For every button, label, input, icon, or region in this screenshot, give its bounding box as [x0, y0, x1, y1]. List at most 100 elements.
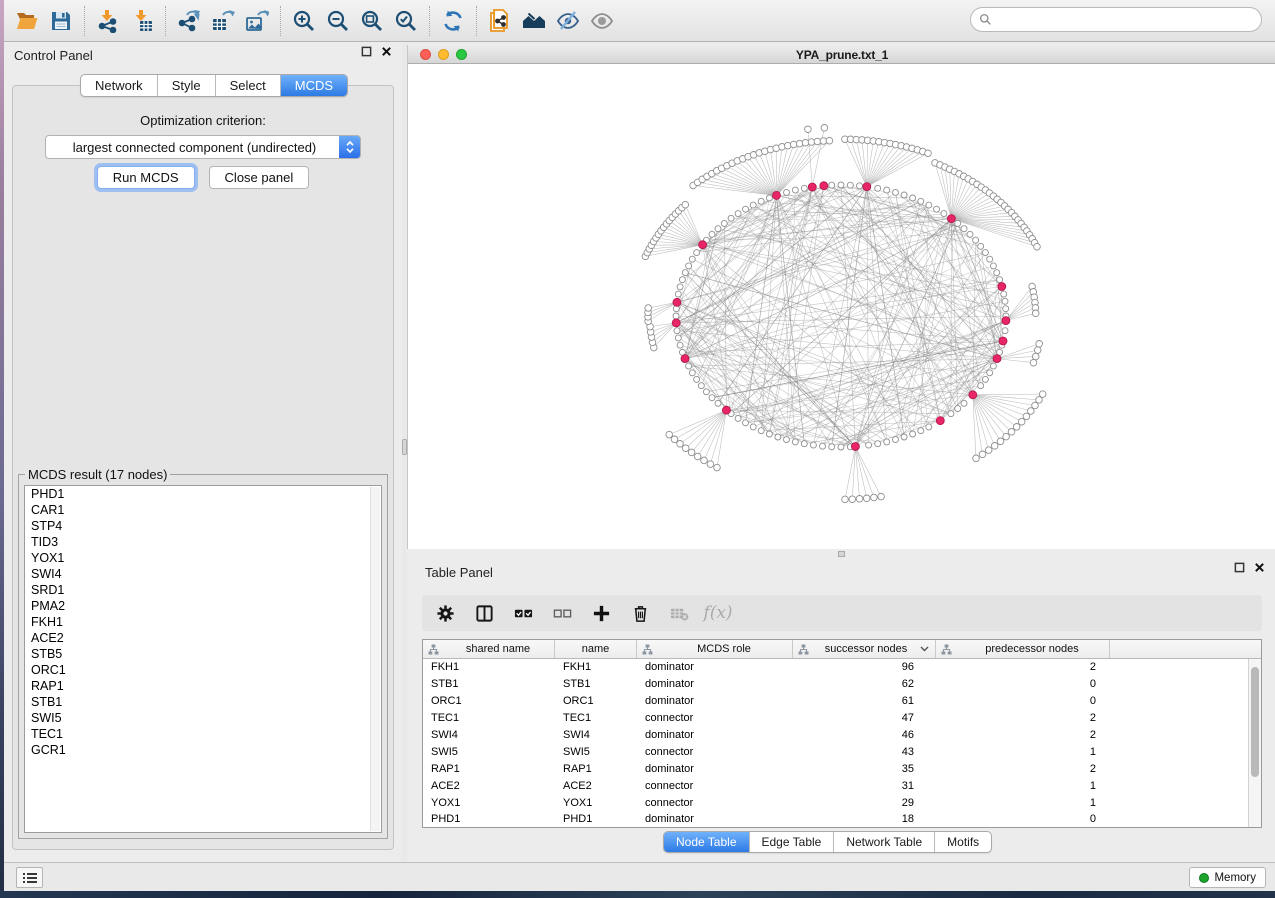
tab-motifs[interactable]: Motifs	[934, 832, 991, 852]
table-scrollbar[interactable]	[1248, 659, 1261, 827]
task-history-button[interactable]	[16, 867, 43, 888]
cell: FKH1	[423, 661, 555, 673]
cytoscape-window: Control Panel NetworkStyleSelectMCDS Opt…	[4, 0, 1275, 891]
float-panel-icon[interactable]	[1234, 562, 1245, 573]
network-canvas[interactable]	[408, 64, 1275, 553]
cell: connector	[637, 780, 793, 792]
zoom-in-icon[interactable]	[287, 6, 321, 36]
destroy-table-icon[interactable]	[668, 602, 690, 624]
table-row[interactable]: YOX1YOX1connector291	[423, 794, 1248, 811]
close-panel-icon[interactable]	[1254, 562, 1265, 573]
mcds-result-item[interactable]: STB5	[25, 646, 381, 662]
show-all-icon[interactable]	[585, 6, 619, 36]
mcds-result-item[interactable]: STB1	[25, 694, 381, 710]
table-scrollbar-thumb[interactable]	[1251, 667, 1259, 777]
toolbar-separator	[476, 6, 477, 36]
tab-edge-table[interactable]: Edge Table	[749, 832, 834, 852]
column-header-MCDS-role[interactable]: MCDS role	[637, 640, 793, 658]
horizontal-splitter[interactable]	[407, 549, 1275, 559]
export-image-icon[interactable]	[240, 6, 274, 36]
table-row[interactable]: SWI5SWI5connector431	[423, 743, 1248, 760]
mcds-list-scrollbar[interactable]	[370, 487, 380, 831]
criterion-dropdown[interactable]: largest connected component (undirected)	[45, 135, 361, 159]
table-row[interactable]: ACE2ACE2connector311	[423, 777, 1248, 794]
mcds-result-item[interactable]: FKH1	[25, 614, 381, 630]
mcds-result-item[interactable]: PMA2	[25, 598, 381, 614]
import-table-icon[interactable]	[125, 6, 159, 36]
cell: PHD1	[555, 813, 637, 825]
table-row[interactable]: TEC1TEC1connector472	[423, 710, 1248, 727]
mcds-result-item[interactable]: ACE2	[25, 630, 381, 646]
mcds-result-item[interactable]: ORC1	[25, 662, 381, 678]
tab-node-table[interactable]: Node Table	[664, 832, 749, 852]
select-all-icon[interactable]	[512, 602, 534, 624]
function-builder-icon[interactable]: f(x)	[707, 602, 729, 624]
splitter-handle[interactable]	[838, 551, 845, 557]
hide-selected-icon[interactable]	[551, 6, 585, 36]
export-table-icon[interactable]	[206, 6, 240, 36]
import-network-icon[interactable]	[91, 6, 125, 36]
cell: 31	[793, 780, 936, 792]
mcds-result-item[interactable]: TEC1	[25, 726, 381, 742]
mcds-result-item[interactable]: RAP1	[25, 678, 381, 694]
mcds-result-list[interactable]: PHD1CAR1STP4TID3YOX1SWI4SRD1PMA2FKH1ACE2…	[24, 485, 382, 833]
mcds-result-item[interactable]: STP4	[25, 518, 381, 534]
mcds-result-item[interactable]: GCR1	[25, 742, 381, 758]
mcds-result-item[interactable]: TID3	[25, 534, 381, 550]
control-panel: Control Panel NetworkStyleSelectMCDS Opt…	[4, 43, 402, 862]
column-header-predecessor-nodes[interactable]: predecessor nodes	[936, 640, 1110, 658]
table-row[interactable]: RAP1RAP1dominator352	[423, 760, 1248, 777]
mcds-result-item[interactable]: SWI5	[25, 710, 381, 726]
deselect-all-icon[interactable]	[551, 602, 573, 624]
column-type-icon	[642, 644, 653, 655]
tab-network-table[interactable]: Network Table	[833, 832, 934, 852]
search-input[interactable]	[992, 10, 1261, 30]
cell: SWI4	[423, 729, 555, 741]
zoom-out-icon[interactable]	[321, 6, 355, 36]
mcds-result-item[interactable]: SWI4	[25, 566, 381, 582]
column-header-shared-name[interactable]: shared name	[423, 640, 555, 658]
cell: 43	[793, 746, 936, 758]
save-session-icon[interactable]	[44, 6, 78, 36]
mcds-result-item[interactable]: PHD1	[25, 486, 381, 502]
apply-layout-icon[interactable]	[436, 6, 470, 36]
float-panel-icon[interactable]	[361, 46, 372, 57]
cell: PHD1	[423, 813, 555, 825]
first-neighbors-icon[interactable]	[517, 6, 551, 36]
table-row[interactable]: FKH1FKH1dominator962	[423, 659, 1248, 676]
close-panel-button[interactable]: Close panel	[209, 166, 310, 189]
table-row[interactable]: SWI4SWI4dominator462	[423, 727, 1248, 744]
memory-button[interactable]: Memory	[1189, 867, 1266, 888]
cell: 2	[936, 712, 1110, 724]
delete-column-icon[interactable]	[629, 602, 651, 624]
table-row[interactable]: PHD1PHD1dominator180	[423, 811, 1248, 827]
cell: dominator	[637, 813, 793, 825]
cell: 1	[936, 797, 1110, 809]
network-graph[interactable]	[408, 64, 1275, 553]
tab-mcds[interactable]: MCDS	[280, 75, 347, 96]
zoom-fit-icon[interactable]	[355, 6, 389, 36]
tab-select[interactable]: Select	[215, 75, 280, 96]
table-row[interactable]: ORC1ORC1dominator610	[423, 693, 1248, 710]
mcds-result-item[interactable]: YOX1	[25, 550, 381, 566]
cell: 2	[936, 661, 1110, 673]
show-columns-icon[interactable]	[473, 602, 495, 624]
close-panel-icon[interactable]	[381, 46, 392, 57]
column-header-successor-nodes[interactable]: successor nodes	[793, 640, 936, 658]
export-network-icon[interactable]	[172, 6, 206, 36]
mcds-result-item[interactable]: SRD1	[25, 582, 381, 598]
column-type-icon	[941, 644, 952, 655]
open-session-icon[interactable]	[10, 6, 44, 36]
cell: 29	[793, 797, 936, 809]
cell: SWI4	[555, 729, 637, 741]
table-options-icon[interactable]	[434, 602, 456, 624]
mcds-result-item[interactable]: CAR1	[25, 502, 381, 518]
new-network-from-selection-icon[interactable]	[483, 6, 517, 36]
zoom-selected-icon[interactable]	[389, 6, 423, 36]
column-header-name[interactable]: name	[555, 640, 637, 658]
run-mcds-button[interactable]: Run MCDS	[97, 166, 195, 189]
add-column-icon[interactable]	[590, 602, 612, 624]
tab-network[interactable]: Network	[81, 75, 157, 96]
tab-style[interactable]: Style	[157, 75, 215, 96]
table-row[interactable]: STB1STB1dominator620	[423, 676, 1248, 693]
